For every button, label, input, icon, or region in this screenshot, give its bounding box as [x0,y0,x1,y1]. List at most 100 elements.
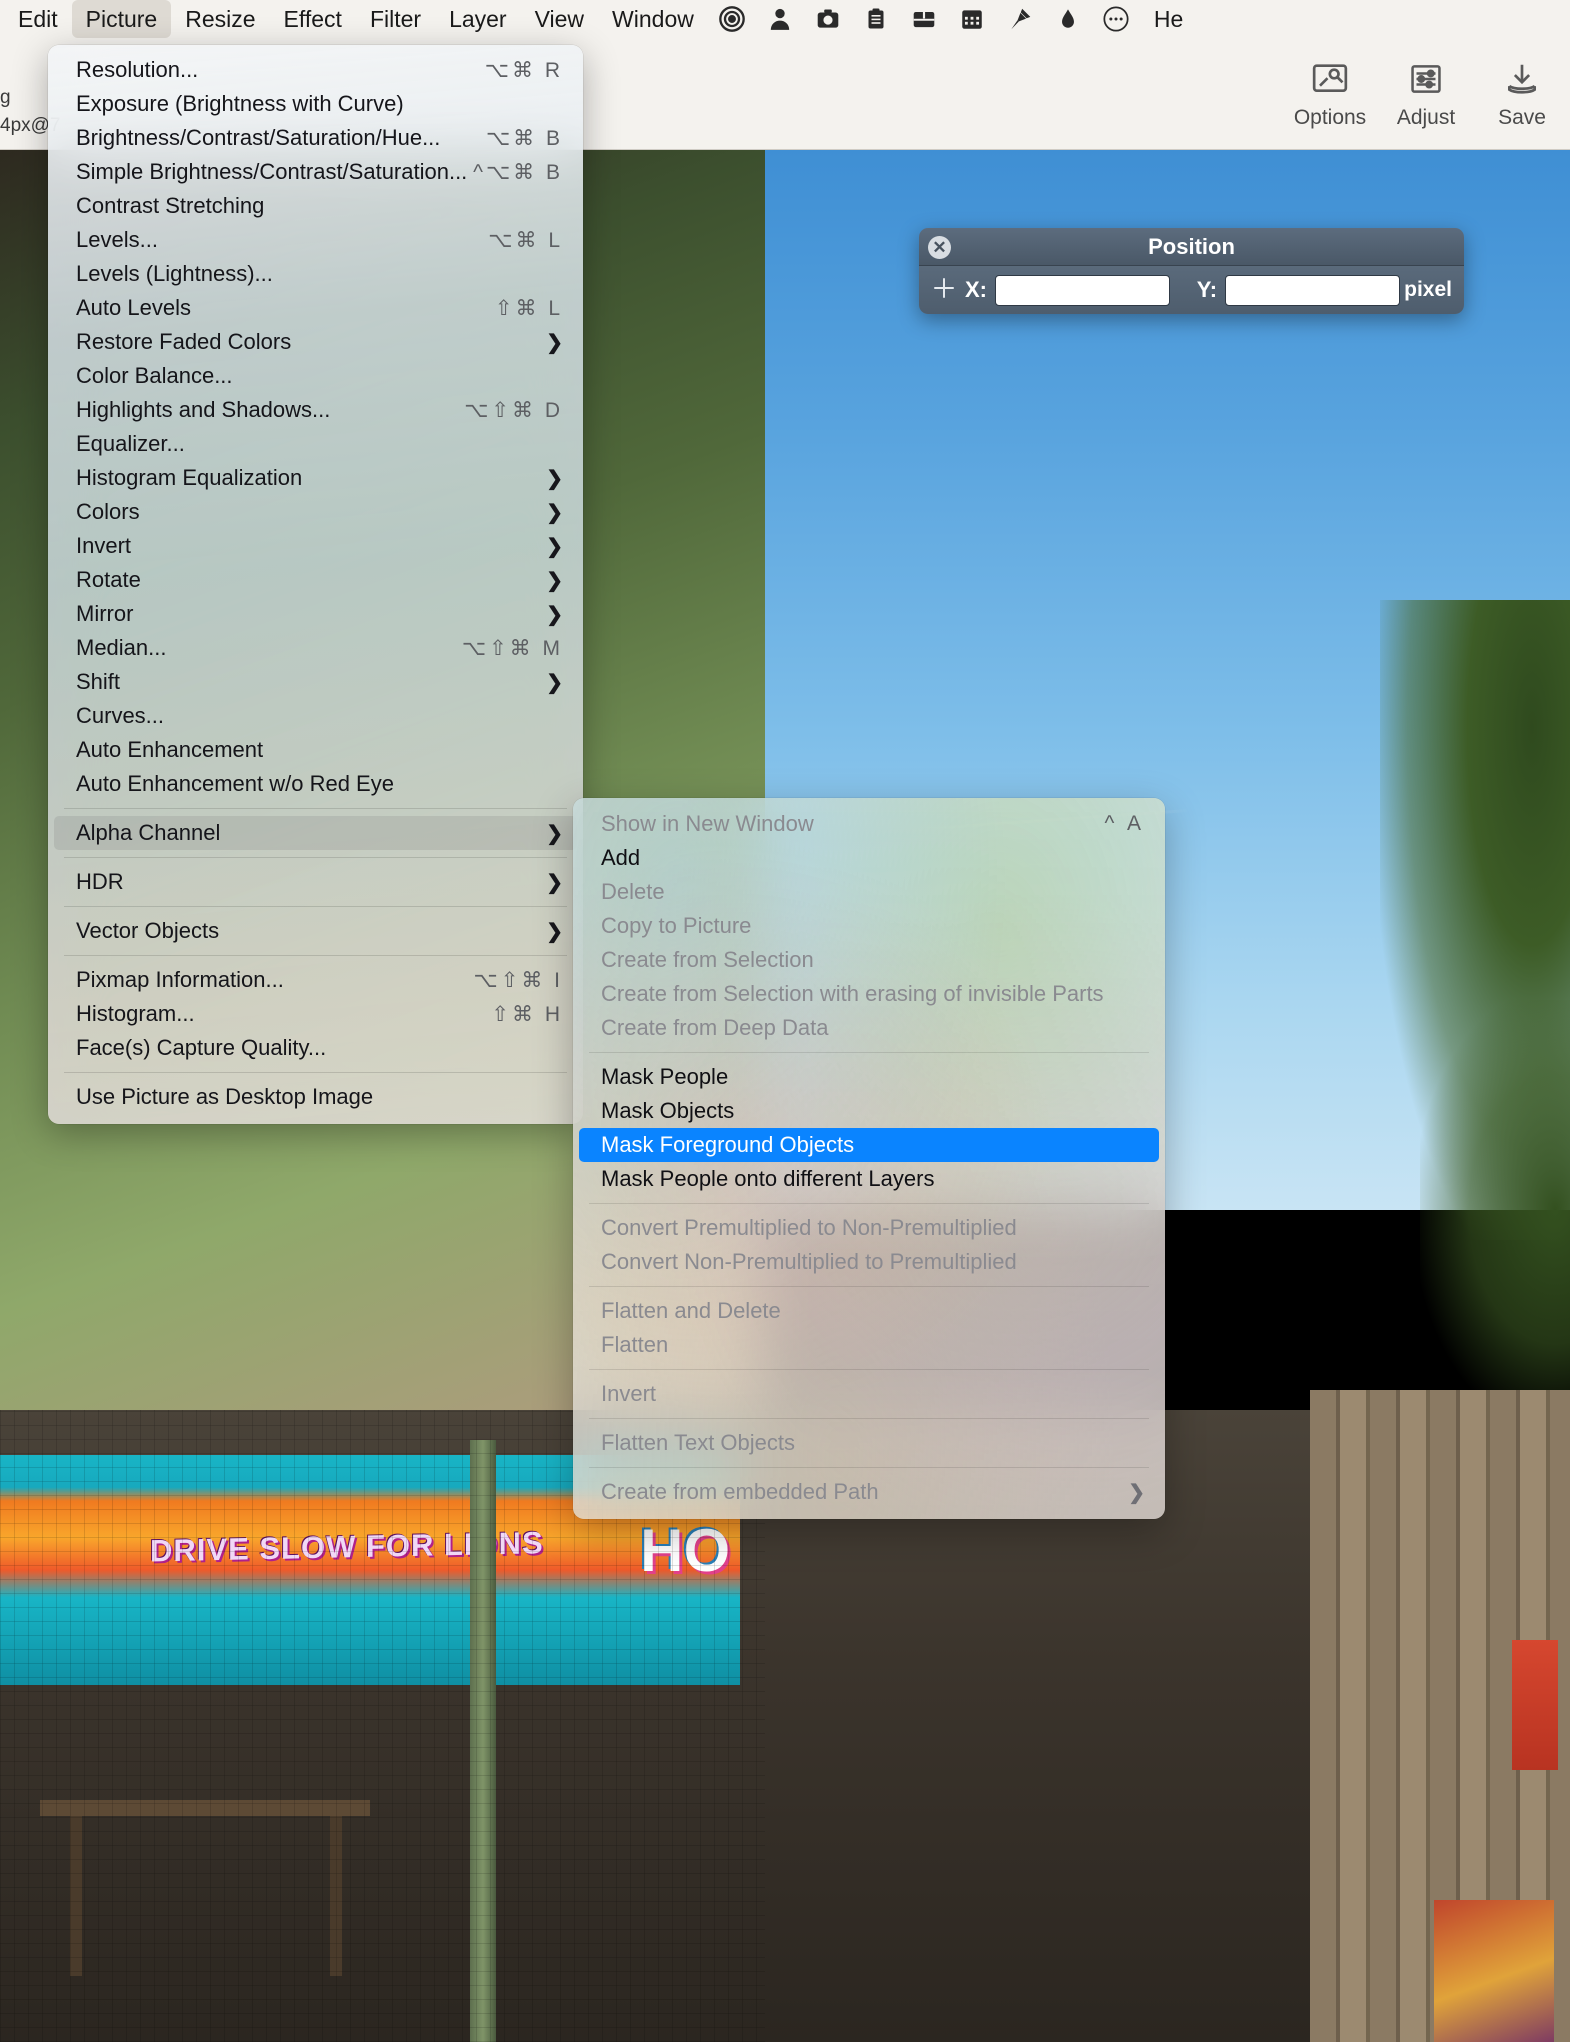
alpha-submenu-item-add[interactable]: Add [579,841,1159,875]
alpha-submenu-item-mask-foreground-objects[interactable]: Mask Foreground Objects [579,1128,1159,1162]
menu-item-label: HDR [76,869,124,894]
alpha-submenu-item-create-from-embedded-path: Create from embedded Path ❯ [579,1475,1159,1509]
picture-menu-item-curves[interactable]: Curves... [54,699,577,733]
picture-menu-item-auto-enhancement-w-o-red-eye[interactable]: Auto Enhancement w/o Red Eye [54,767,577,801]
picture-menu-item-hdr[interactable]: HDR ❯ [54,865,577,899]
picture-menu-item-levels-lightness[interactable]: Levels (Lightness)... [54,257,577,291]
menu-separator [64,955,567,956]
picture-menu-item-alpha-channel[interactable]: Alpha Channel ❯ [54,816,577,850]
picture-menu-item-colors[interactable]: Colors ❯ [54,495,577,529]
pushpin-icon[interactable] [996,5,1044,33]
x-input[interactable] [995,274,1170,306]
picture-menu-item-vector-objects[interactable]: Vector Objects ❯ [54,914,577,948]
picture-menu-item-equalizer[interactable]: Equalizer... [54,427,577,461]
alpha-submenu-item-delete: Delete [579,875,1159,909]
menu-item-label: Invert [601,1381,657,1406]
menu-item-label: Face(s) Capture Quality... [76,1035,327,1060]
picture-menu-item-auto-enhancement[interactable]: Auto Enhancement [54,733,577,767]
menu-separator [64,808,567,809]
menu-item-label: Highlights and Shadows... [76,397,331,422]
alpha-submenu-item-flatten: Flatten [579,1328,1159,1362]
picture-menu-item-contrast-stretching[interactable]: Contrast Stretching [54,189,577,223]
alpha-submenu-item-mask-objects[interactable]: Mask Objects [579,1094,1159,1128]
picture-menu-item-exposure-brightness-with-curve[interactable]: Exposure (Brightness with Curve) [54,87,577,121]
menu-item-label: Create from embedded Path [601,1479,879,1504]
menu-edit[interactable]: Edit [4,0,72,38]
picture-menu-item-auto-levels[interactable]: Auto Levels ⇧⌘ L [54,291,577,325]
menu-item-label: Create from Selection with erasing of in… [601,981,1104,1006]
picture-menu-item-levels[interactable]: Levels... ⌥⌘ L [54,223,577,257]
menu-layer[interactable]: Layer [435,0,521,38]
menu-item-shortcut: ⌥⌘ R [484,58,563,82]
picture-menu-item-use-picture-as-desktop-image[interactable]: Use Picture as Desktop Image [54,1080,577,1114]
menu-item-label: Histogram Equalization [76,465,303,490]
more-circle-icon[interactable] [1092,5,1140,33]
picture-menu-item-median[interactable]: Median... ⌥⇧⌘ M [54,631,577,665]
menu-effect[interactable]: Effect [270,0,356,38]
picture-menu-item-shift[interactable]: Shift ❯ [54,665,577,699]
menu-item-shortcut: ⇧⌘ H [491,1002,563,1026]
app-root: DRIVE SLOW FOR LIONS HO g 4px@7 [0,0,1570,2042]
menu-item-label: Auto Enhancement [76,737,264,762]
picture-menu-item-pixmap-information[interactable]: Pixmap Information... ⌥⇧⌘ I [54,963,577,997]
alpha-submenu-item-convert-non-premultiplied-to-premultiplied: Convert Non-Premultiplied to Premultipli… [579,1245,1159,1279]
menu-filter[interactable]: Filter [356,0,435,38]
picture-menu-item-restore-faded-colors[interactable]: Restore Faded Colors ❯ [54,325,577,359]
menu-item-label: Equalizer... [76,431,185,456]
tree-right-lower-region [1420,1000,1570,1420]
poster [1434,1900,1554,2042]
menu-separator [589,1203,1149,1204]
menu-item-label: Levels... [76,227,158,252]
camera-icon[interactable] [804,6,852,32]
alpha-submenu-item-flatten-text-objects: Flatten Text Objects [579,1426,1159,1460]
menu-view[interactable]: View [521,0,598,38]
picture-menu-item-highlights-and-shadows[interactable]: Highlights and Shadows... ⌥⇧⌘ D [54,393,577,427]
menu-resize[interactable]: Resize [171,0,269,38]
picture-menu-item-color-balance[interactable]: Color Balance... [54,359,577,393]
menu-item-shortcut: ⌥⇧⌘ I [473,968,563,992]
menu-item-label: Alpha Channel [76,820,221,845]
save-button[interactable]: Save [1474,54,1570,130]
close-icon[interactable]: ✕ [928,236,951,259]
person-icon[interactable] [756,5,804,33]
options-button[interactable]: Options [1282,54,1378,130]
menu-item-shortcut: ^ A [1104,812,1145,835]
briefcase-icon[interactable] [900,6,948,32]
clipboard-icon[interactable] [852,5,900,33]
menu-item-label: Histogram... [76,1001,195,1026]
picture-menu-item-rotate[interactable]: Rotate ❯ [54,563,577,597]
menu-item-shortcut: ⇧⌘ L [494,296,563,320]
adjust-sliders-icon [1378,54,1474,104]
menu-item-label: Flatten Text Objects [601,1430,796,1455]
chevron-right-icon: ❯ [546,822,563,845]
y-input[interactable] [1225,274,1401,306]
picture-menu-item-brightness-contrast-saturation-hue[interactable]: Brightness/Contrast/Saturation/Hue... ⌥⌘ … [54,121,577,155]
picture-menu-item-face-s-capture-quality[interactable]: Face(s) Capture Quality... [54,1031,577,1065]
menu-item-shortcut: ⌥⇧⌘ M [461,636,563,660]
menu-item-label: Contrast Stretching [76,193,265,218]
menu-item-label: Flatten [601,1332,669,1357]
alpha-submenu-item-mask-people-onto-different-layers[interactable]: Mask People onto different Layers [579,1162,1159,1196]
picture-menu-item-histogram[interactable]: Histogram... ⇧⌘ H [54,997,577,1031]
picture-menu-item-mirror[interactable]: Mirror ❯ [54,597,577,631]
menu-item-label: Mask Objects [601,1098,735,1123]
menu-item-shortcut: ⌥⌘ B [485,126,563,150]
picture-menu-item-histogram-equalization[interactable]: Histogram Equalization ❯ [54,461,577,495]
picture-menu-item-resolution[interactable]: Resolution... ⌥⌘ R [54,53,577,87]
calendar-icon[interactable] [948,5,996,33]
target-icon[interactable] [708,5,756,33]
alpha-submenu-item-mask-people[interactable]: Mask People [579,1060,1159,1094]
adjust-label: Adjust [1396,106,1456,129]
alpha-submenu-item-show-in-new-window: Show in New Window ^ A [579,807,1159,841]
flame-icon[interactable] [1044,5,1092,33]
picture-menu-item-invert[interactable]: Invert ❯ [54,529,577,563]
menu-bar: Edit Picture Resize Effect Filter Layer … [0,0,1570,38]
menu-window[interactable]: Window [598,0,708,38]
menu-separator [64,857,567,858]
menu-picture[interactable]: Picture [71,0,172,38]
menu-item-label: Resolution... [76,57,199,82]
menu-help[interactable]: He [1140,0,1197,38]
picture-menu-item-simple-brightness-contrast-saturation[interactable]: Simple Brightness/Contrast/Saturation...… [54,155,577,189]
adjust-button[interactable]: Adjust [1378,54,1474,130]
chevron-right-icon: ❯ [546,535,563,558]
